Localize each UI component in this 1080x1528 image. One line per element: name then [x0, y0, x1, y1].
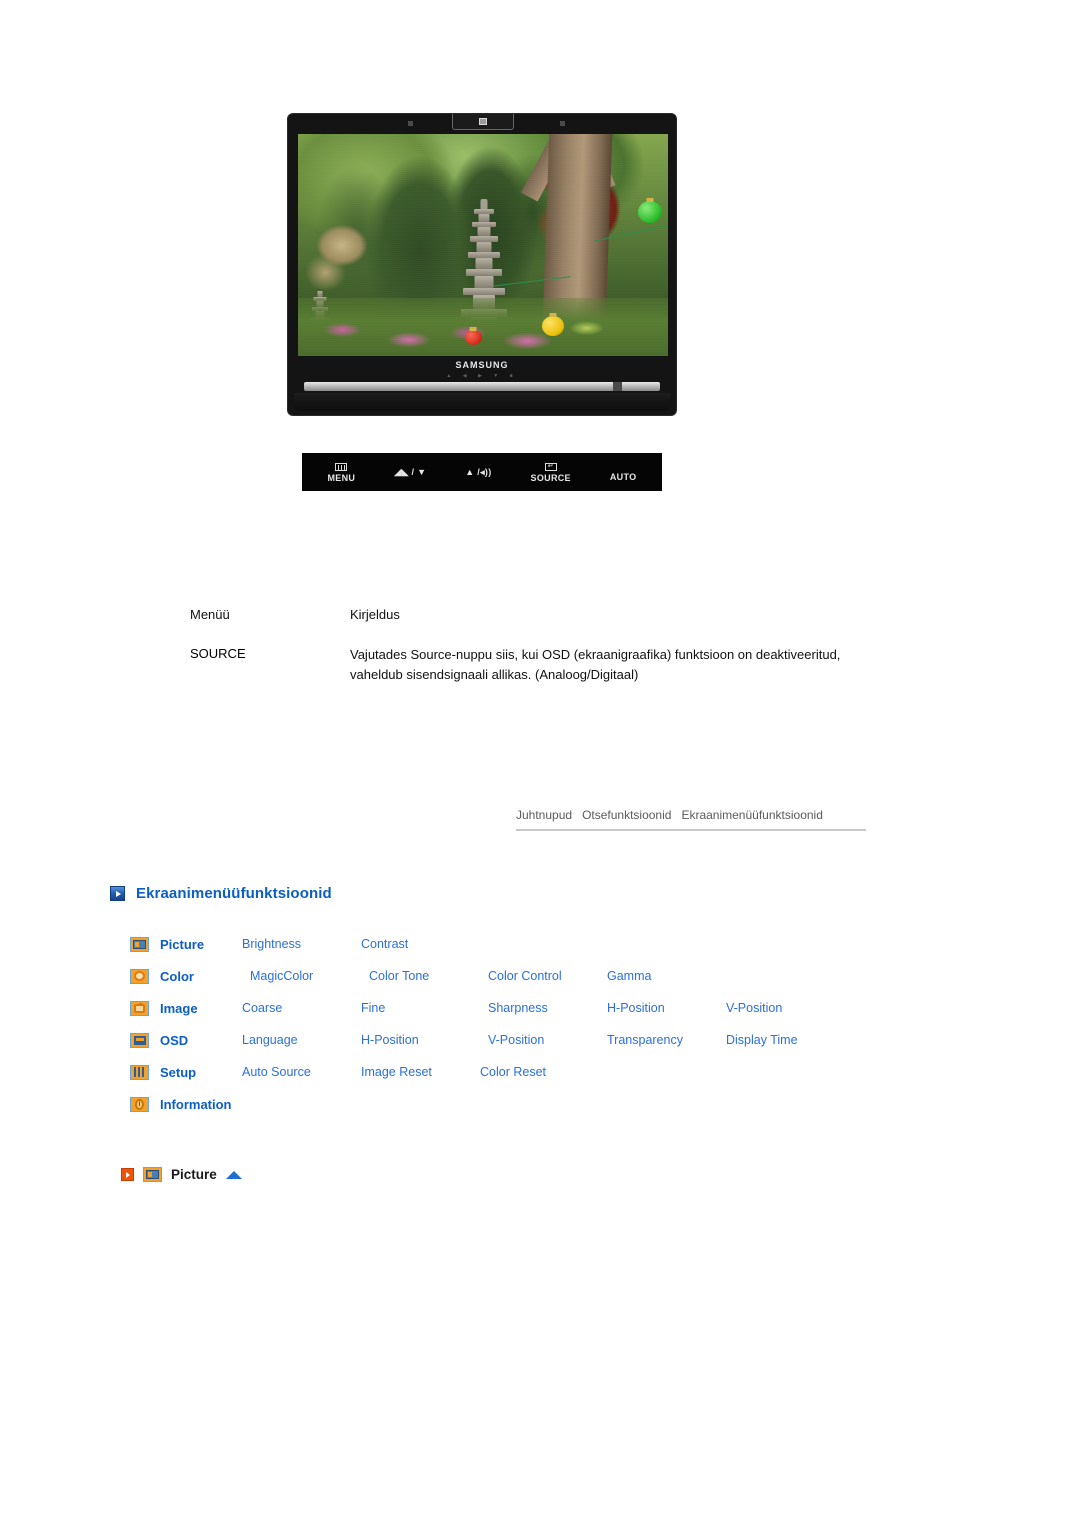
osd-item-h-position[interactable]: H-Position: [599, 1001, 718, 1015]
table-header-menu: Menüü: [190, 607, 230, 622]
osd-item-image-reset[interactable]: Image Reset: [361, 1065, 480, 1079]
osd-item-brightness[interactable]: Brightness: [242, 937, 361, 951]
section-heading: Ekraanimenüüfunktsioonid: [110, 885, 332, 902]
tab-ekraanimenuufunktsioonid[interactable]: Ekraanimenüüfunktsioonid: [681, 808, 822, 822]
osd-item-language[interactable]: Language: [242, 1033, 361, 1047]
scene-tan-foliage: [305, 222, 387, 299]
monitor-screen: [298, 134, 668, 356]
osd-row-color: Color MagicColor Color Tone Color Contro…: [130, 960, 890, 992]
monitor-illustration: SAMSUNG ▲ ◀ ▶ ▼ ■: [287, 113, 677, 416]
section-tabs: Juhtnupud Otsefunktsioonid Ekraanimenüüf…: [516, 808, 866, 831]
osd-row-setup: Setup Auto Source Image Reset Color Rese…: [130, 1056, 890, 1088]
setup-icon: [130, 1064, 160, 1080]
osd-item-magiccolor[interactable]: MagicColor: [242, 969, 361, 983]
picture-icon: [143, 1167, 162, 1182]
blue-up-triangle-icon[interactable]: [225, 1170, 242, 1179]
picture-subheading: Picture: [121, 1167, 242, 1182]
osd-item-color-control[interactable]: Color Control: [480, 969, 599, 983]
table-header-row: Menüü Kirjeldus: [190, 607, 890, 622]
monitor-button-bar: MENU ◢◣ / ▼ ▲ /◂)) ↵ SOURCE AUTO: [302, 453, 662, 491]
bezel-sensor-right-icon: [560, 121, 565, 126]
menu-button-label: MENU: [327, 472, 356, 483]
osd-item-v-position-2[interactable]: V-Position: [480, 1033, 599, 1047]
monitor-top-bezel: [288, 114, 676, 132]
scene-flower-bed: [298, 298, 668, 356]
osd-row-information: i Information: [130, 1088, 890, 1120]
scene-red-lantern-icon: [464, 326, 482, 345]
osd-category-osd[interactable]: OSD: [160, 1033, 242, 1048]
monitor-stand-neck: [304, 382, 660, 391]
table-cell-description-source: Vajutades Source-nuppu siis, kui OSD (ek…: [350, 647, 841, 682]
osd-row-osd: OSD Language H-Position V-Position Trans…: [130, 1024, 890, 1056]
osd-item-contrast[interactable]: Contrast: [361, 937, 480, 951]
orange-play-icon: [121, 1168, 134, 1181]
color-icon: [130, 968, 160, 984]
source-enter-icon: ↵: [544, 462, 557, 472]
image-icon: [130, 1000, 160, 1016]
brightness-down-icon: ◢◣ / ▼: [394, 466, 427, 477]
volume-up-button[interactable]: ▲ /◂)): [465, 466, 492, 477]
information-icon: i: [130, 1096, 160, 1112]
osd-category-picture[interactable]: Picture: [160, 937, 242, 952]
volume-up-icon: ▲ /◂)): [465, 466, 492, 477]
osd-category-information[interactable]: Information: [160, 1097, 300, 1112]
osd-menu-matrix: Picture Brightness Contrast Color MagicC…: [130, 928, 890, 1120]
osd-item-transparency[interactable]: Transparency: [599, 1033, 718, 1047]
osd-item-color-tone[interactable]: Color Tone: [361, 969, 480, 983]
source-button-label: SOURCE: [530, 472, 571, 483]
scene-green-lantern-icon: [638, 197, 663, 223]
monitor-control-hints: ▲ ◀ ▶ ▼ ■: [446, 373, 518, 379]
table-header-description: Kirjeldus: [350, 607, 400, 622]
blue-play-icon: [110, 886, 125, 901]
osd-item-v-position[interactable]: V-Position: [718, 1001, 837, 1015]
osd-item-coarse[interactable]: Coarse: [242, 1001, 361, 1015]
osd-item-fine[interactable]: Fine: [361, 1001, 480, 1015]
osd-item-auto-source[interactable]: Auto Source: [242, 1065, 361, 1079]
osd-category-image[interactable]: Image: [160, 1001, 242, 1016]
monitor-brand-logo: SAMSUNG: [455, 360, 509, 370]
osd-category-color[interactable]: Color: [160, 969, 242, 984]
osd-icon: [130, 1032, 160, 1048]
osd-row-image: Image Coarse Fine Sharpness H-Position V…: [130, 992, 890, 1024]
picture-subheading-label: Picture: [171, 1167, 217, 1182]
osd-item-h-position-2[interactable]: H-Position: [361, 1033, 480, 1047]
table-row: SOURCE Vajutades Source-nuppu siis, kui …: [190, 645, 890, 684]
osd-item-sharpness[interactable]: Sharpness: [480, 1001, 599, 1015]
brightness-down-button[interactable]: ◢◣ / ▼: [394, 466, 427, 477]
bezel-sensor-left-icon: [408, 121, 413, 126]
bezel-indicator-icon: [452, 114, 514, 130]
osd-item-gamma[interactable]: Gamma: [599, 969, 718, 983]
table-cell-menu-source: SOURCE: [190, 646, 246, 661]
tab-otsefunktsioonid[interactable]: Otsefunktsioonid: [582, 808, 671, 822]
osd-row-picture: Picture Brightness Contrast: [130, 928, 890, 960]
page-title: Ekraanimenüüfunktsioonid: [136, 885, 332, 902]
auto-button[interactable]: AUTO: [610, 463, 637, 482]
tab-juhtnupud[interactable]: Juhtnupud: [516, 808, 572, 822]
osd-item-display-time[interactable]: Display Time: [718, 1033, 837, 1047]
menu-lines-icon: [335, 462, 348, 472]
auto-button-label: AUTO: [609, 471, 637, 482]
menu-description-table: Menüü Kirjeldus SOURCE Vajutades Source-…: [190, 607, 890, 684]
source-button[interactable]: ↵ SOURCE: [531, 462, 571, 483]
picture-icon: [130, 936, 160, 952]
monitor-stand-base: [294, 393, 670, 411]
osd-category-setup[interactable]: Setup: [160, 1065, 242, 1080]
menu-button[interactable]: MENU: [328, 462, 356, 483]
monitor-bezel: SAMSUNG ▲ ◀ ▶ ▼ ■: [287, 113, 677, 416]
osd-item-color-reset[interactable]: Color Reset: [480, 1065, 599, 1079]
